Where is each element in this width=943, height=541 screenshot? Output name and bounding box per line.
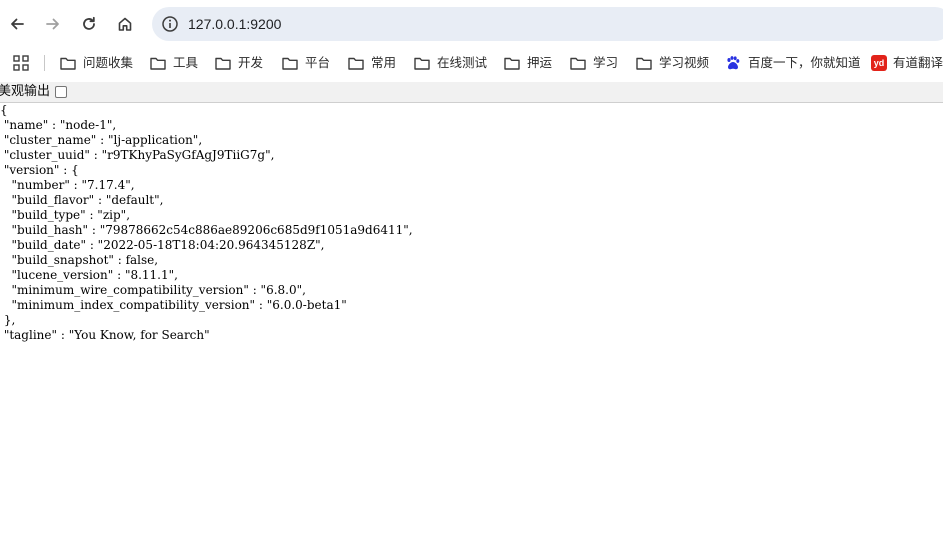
json-line: "build_snapshot" : false, bbox=[0, 253, 159, 267]
json-line: "cluster_name" : "lj-application", bbox=[0, 133, 203, 147]
reload-icon bbox=[83, 16, 95, 30]
json-line: "minimum_wire_compatibility_version" : "… bbox=[0, 283, 306, 297]
bookmark-folder-tools[interactable]: 工具 bbox=[150, 52, 198, 74]
json-line: "tagline" : "You Know, for Search" bbox=[0, 328, 210, 342]
bookmark-label: 问题收集 bbox=[83, 55, 134, 70]
bookmark-label: 在线测试 bbox=[437, 55, 488, 70]
bookmark-label: 常用 bbox=[371, 55, 397, 70]
bookmark-folder-platform[interactable]: 平台 bbox=[282, 52, 330, 74]
bookmark-folder-online-test[interactable]: 在线测试 bbox=[414, 52, 487, 74]
bookmark-label: 工具 bbox=[173, 55, 199, 70]
bookmark-baidu[interactable]: 百度一下，你就知道 bbox=[725, 52, 861, 74]
address-bar[interactable]: 127.0.0.1:9200 bbox=[152, 7, 943, 41]
apps-grid-icon[interactable] bbox=[12, 54, 30, 72]
folder-icon bbox=[150, 57, 166, 70]
url-text[interactable]: 127.0.0.1:9200 bbox=[188, 15, 281, 33]
bookmark-folder-escort[interactable]: 押运 bbox=[504, 52, 552, 74]
folder-icon bbox=[215, 57, 231, 70]
bookmark-label: 学习视频 bbox=[659, 55, 710, 70]
bookmark-label: 有道翻译 bbox=[893, 55, 943, 70]
folder-icon bbox=[60, 57, 76, 70]
bookmark-folder-study[interactable]: 学习 bbox=[570, 52, 618, 74]
pretty-print-checkbox[interactable] bbox=[55, 86, 67, 98]
home-icon bbox=[118, 17, 132, 31]
bookmark-label: 押运 bbox=[527, 55, 553, 70]
json-line: "cluster_uuid" : "r9TKhyPaSyGfAgJ9TiiG7g… bbox=[0, 148, 275, 162]
bookmark-label: 开发 bbox=[238, 55, 264, 70]
folder-icon bbox=[570, 57, 586, 70]
browser-toolbar: 127.0.0.1:9200 bbox=[0, 0, 943, 48]
bookmark-label: 百度一下，你就知道 bbox=[748, 55, 861, 70]
json-line: "version" : { bbox=[0, 163, 79, 177]
bookmarks-bar: 问题收集 工具 开发 平台 常用 在线测试 押运 学习 学习视频 百度一下，你就… bbox=[0, 48, 943, 78]
bookmark-folder-common[interactable]: 常用 bbox=[348, 52, 396, 74]
reload-button[interactable] bbox=[74, 9, 104, 39]
json-line: }, bbox=[0, 313, 16, 327]
folder-icon bbox=[414, 57, 430, 70]
youdao-icon: yd bbox=[871, 55, 887, 71]
json-line: "minimum_index_compatibility_version" : … bbox=[0, 298, 347, 312]
bookmark-label: 学习 bbox=[593, 55, 619, 70]
folder-icon bbox=[636, 57, 652, 70]
bookmark-folder-issues[interactable]: 问题收集 bbox=[60, 52, 133, 74]
baidu-paw-icon bbox=[727, 56, 740, 70]
json-response-body: { "name" : "node-1", "cluster_name" : "l… bbox=[0, 103, 413, 343]
json-line: "build_date" : "2022-05-18T18:04:20.9643… bbox=[0, 238, 325, 252]
json-line: "build_hash" : "79878662c54c886ae89206c6… bbox=[0, 223, 413, 237]
folder-icon bbox=[348, 57, 364, 70]
json-line: "number" : "7.17.4", bbox=[0, 178, 135, 192]
home-button[interactable] bbox=[110, 9, 140, 39]
json-line: { bbox=[0, 103, 8, 117]
folder-icon bbox=[504, 57, 520, 70]
back-button[interactable] bbox=[2, 9, 32, 39]
json-line: "build_flavor" : "default", bbox=[0, 193, 164, 207]
forward-arrow-icon bbox=[46, 18, 59, 30]
bookmark-folder-study-videos[interactable]: 学习视频 bbox=[636, 52, 709, 74]
forward-button[interactable] bbox=[38, 9, 68, 39]
bookmark-folder-dev[interactable]: 开发 bbox=[215, 52, 263, 74]
back-arrow-icon bbox=[11, 18, 24, 30]
folder-icon bbox=[282, 57, 298, 70]
json-line: "name" : "node-1", bbox=[0, 118, 117, 132]
bookmarks-separator bbox=[44, 55, 45, 71]
json-line: "build_type" : "zip", bbox=[0, 208, 131, 222]
json-line: "lucene_version" : "8.11.1", bbox=[0, 268, 178, 282]
pretty-print-label: 美观输出 bbox=[0, 84, 51, 99]
pretty-print-bar: 美观输出 bbox=[0, 82, 943, 103]
site-info-icon[interactable] bbox=[161, 15, 179, 33]
bookmark-youdao[interactable]: yd 有道翻译 bbox=[871, 52, 943, 74]
bookmark-label: 平台 bbox=[305, 55, 331, 70]
